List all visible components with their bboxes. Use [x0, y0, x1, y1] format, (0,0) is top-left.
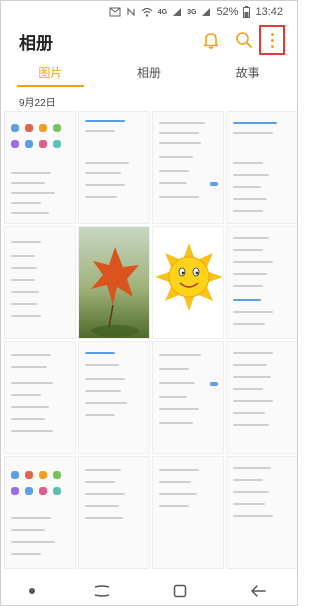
sun-picture [155, 243, 223, 311]
battery-percent: 52% [216, 6, 239, 18]
thumbnail-screenshot-1[interactable] [4, 111, 76, 224]
thumbnail-screenshot-14[interactable] [226, 456, 297, 569]
tab-stories[interactable]: 故事 [198, 59, 297, 87]
tab-bar: 图片 相册 故事 [1, 59, 297, 87]
tab-albums[interactable]: 相册 [100, 59, 199, 87]
thumbnail-screenshot-3[interactable] [152, 111, 224, 224]
nfc-icon [126, 7, 136, 17]
signal-icon-2 [201, 7, 211, 17]
leaf-photo [91, 247, 139, 337]
mail-icon [109, 7, 121, 17]
gallery-screen: 4G 3G 52% 13:42 相册 图片 相册 故事 9月22日 [0, 0, 298, 606]
thumbnail-screenshot-13[interactable] [152, 456, 224, 569]
clock: 13:42 [255, 6, 283, 18]
wifi-icon [141, 7, 153, 17]
page-title: 相册 [19, 34, 53, 53]
signal-icon [172, 7, 182, 17]
thumbnail-screenshot-11[interactable] [4, 456, 76, 569]
status-bar: 4G 3G 52% 13:42 [1, 1, 297, 23]
tab-pictures[interactable]: 图片 [1, 59, 100, 87]
nav-dot-icon[interactable] [29, 587, 35, 594]
network-label-4g: 4G [157, 8, 168, 16]
thumbnail-screenshot-5[interactable] [4, 226, 76, 339]
home-icon[interactable] [169, 582, 191, 600]
thumbnail-screenshot-9[interactable] [152, 341, 224, 454]
recent-apps-icon[interactable] [91, 582, 113, 600]
battery-icon [243, 6, 251, 18]
thumbnail-screenshot-4[interactable] [226, 111, 297, 224]
back-icon[interactable] [247, 582, 269, 600]
bell-icon[interactable] [200, 29, 222, 51]
thumbnail-screenshot-10[interactable] [226, 341, 297, 454]
app-header: 相册 [1, 23, 297, 57]
thumbnail-screenshot-12[interactable] [78, 456, 150, 569]
date-header: 9月22日 [19, 98, 56, 109]
more-vertical-icon [270, 32, 274, 48]
thumbnail-screenshot-6[interactable] [226, 226, 297, 339]
network-label-3g: 3G [187, 8, 197, 16]
more-options-button[interactable] [259, 25, 285, 55]
thumbnail-leaf-photo[interactable] [78, 226, 150, 339]
thumbnail-sun-picture[interactable] [152, 226, 224, 339]
system-nav-bar [1, 574, 297, 605]
search-icon[interactable] [233, 29, 255, 51]
thumbnail-screenshot-7[interactable] [4, 341, 76, 454]
thumbnail-grid [4, 111, 297, 569]
thumbnail-screenshot-8[interactable] [78, 341, 150, 454]
thumbnail-screenshot-2[interactable] [78, 111, 150, 224]
